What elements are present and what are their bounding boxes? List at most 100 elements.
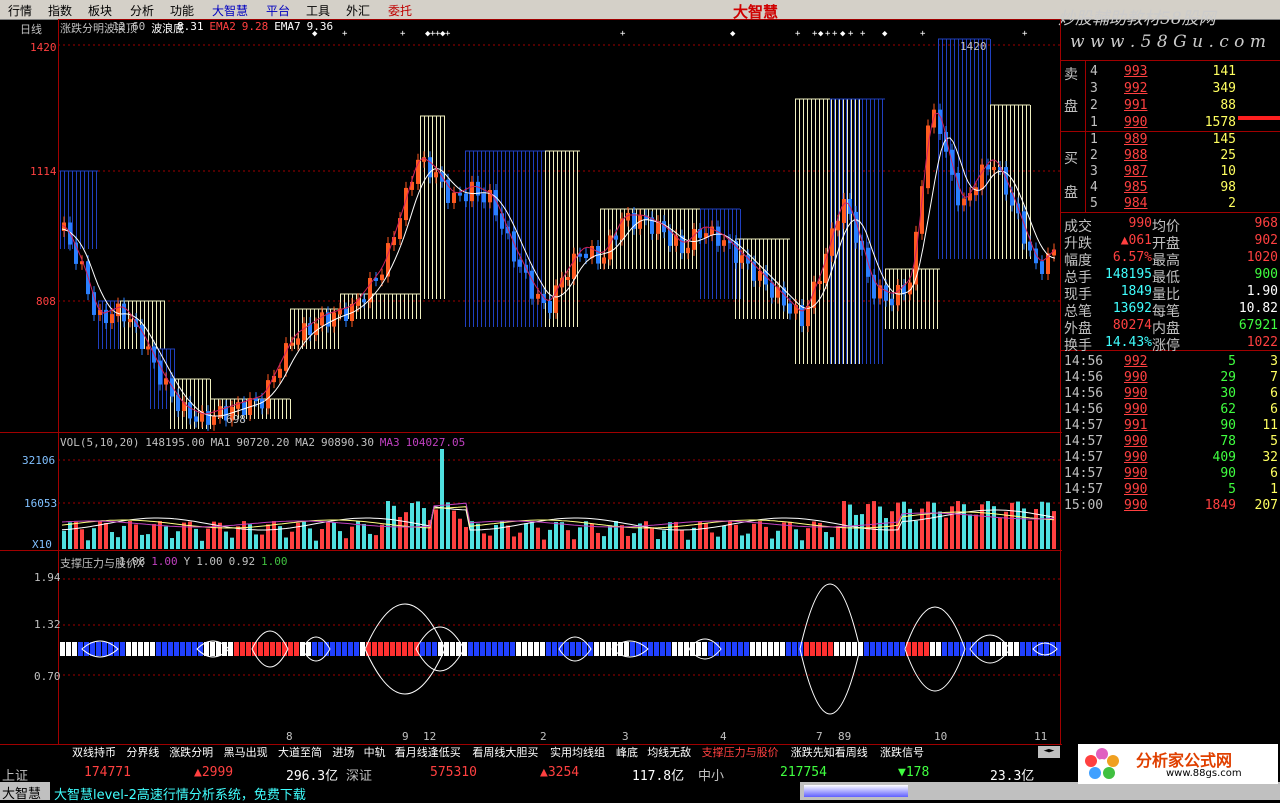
- tab-5[interactable]: 进场: [332, 744, 354, 760]
- volume-bar: [680, 529, 684, 549]
- ema7-line: [61, 137, 1056, 417]
- order-volume: 141: [1212, 64, 1236, 79]
- band-cell: [534, 642, 539, 656]
- band-cell: [852, 642, 857, 656]
- volume-bar: [734, 524, 738, 549]
- ind-tick-194: 1.94: [34, 571, 61, 584]
- menu-item-2[interactable]: 板块: [88, 2, 112, 19]
- stat-value: 148195: [1105, 267, 1152, 282]
- tab-10[interactable]: 峰底: [616, 744, 638, 760]
- volume-bar: [86, 540, 90, 549]
- volume-bar: [872, 501, 876, 549]
- band-cell: [642, 642, 647, 656]
- signal-marker: ◆: [840, 29, 846, 39]
- volume-bar: [650, 527, 654, 549]
- menu-item-0[interactable]: 行情: [8, 2, 32, 19]
- band-cell: [630, 642, 635, 656]
- tab-6[interactable]: 中轨: [364, 744, 386, 760]
- band-cell: [996, 642, 1001, 656]
- vol-header-item-0: VOL(5,10,20): [60, 436, 140, 449]
- volume-bar: [554, 522, 558, 549]
- volume-bar: [512, 536, 516, 549]
- tab-1[interactable]: 分界线: [126, 744, 159, 760]
- volume-bar: [566, 530, 570, 549]
- main-header-item-7: 9.36: [306, 20, 334, 33]
- tab-14[interactable]: 涨跌信号: [880, 744, 924, 760]
- menu-item-1[interactable]: 指数: [48, 2, 72, 19]
- volume-bar: [350, 526, 354, 549]
- candle: [530, 264, 534, 305]
- tab-scroll-button[interactable]: ◄►: [1038, 746, 1060, 758]
- volume-bar: [710, 532, 714, 549]
- order-price: 993: [1124, 64, 1148, 79]
- volume-bar: [824, 532, 828, 549]
- menu-item-3[interactable]: 分析: [130, 2, 154, 19]
- menu-item-9[interactable]: 委托: [388, 2, 412, 19]
- stat-value: 1022: [1246, 335, 1278, 350]
- volume-bar: [320, 529, 324, 549]
- stat-value: 990: [1128, 216, 1152, 231]
- ad-banner[interactable]: 分析家公式网 www.88gs.com: [1078, 744, 1278, 784]
- band-cell: [420, 642, 425, 656]
- tab-12[interactable]: 支撑压力与股价: [702, 744, 779, 760]
- vol-tick-16053: 16053: [24, 497, 58, 510]
- band-cell: [162, 642, 167, 656]
- band-cell: [474, 642, 479, 656]
- order-price: 989: [1124, 132, 1148, 147]
- band-cell: [816, 642, 821, 656]
- volume-bar: [764, 526, 768, 549]
- tab-7[interactable]: 看月线逢低买: [395, 744, 461, 760]
- volume-bar: [266, 524, 270, 549]
- volume-bar: [62, 530, 66, 549]
- band-cell: [900, 642, 905, 656]
- volume-bar: [944, 517, 948, 549]
- tick-time: 14:56: [1064, 354, 1104, 369]
- menu-item-6[interactable]: 平台: [266, 2, 290, 19]
- band-cell: [810, 642, 815, 656]
- band-cell: [384, 642, 389, 656]
- marquee-text[interactable]: 大智慧level-2高速行情分析系统，免费下载: [54, 784, 306, 803]
- volume-bar: [590, 523, 594, 549]
- volume-bar: [224, 531, 228, 549]
- main-header-item-6: EMA7: [274, 20, 301, 33]
- band-cell: [354, 642, 359, 656]
- tick-count: 6: [1270, 386, 1278, 401]
- volume-bar: [416, 501, 420, 549]
- low-marker: 698: [226, 413, 246, 426]
- menu-item-4[interactable]: 功能: [170, 2, 194, 19]
- menu-item-7[interactable]: 工具: [306, 2, 330, 19]
- tick-count: 6: [1270, 402, 1278, 417]
- volume-bar: [392, 505, 396, 549]
- watermark-title: 炒股輔助教材58股网: [1058, 9, 1216, 29]
- tab-13[interactable]: 涨跌先知看周线: [791, 744, 868, 760]
- tab-8[interactable]: 看周线大胆买: [472, 744, 538, 760]
- ind-header-item-4: 1.00: [196, 555, 223, 568]
- chart-area[interactable]: ◆ + + ◆ + + ◆ + + ◆ + + ◆ + + ◆ + + ◆ + +: [0, 19, 1062, 745]
- tab-9[interactable]: 实用均线组: [550, 744, 605, 760]
- volume-bar: [314, 540, 318, 549]
- volume-bar: [338, 531, 342, 549]
- menu-item-8[interactable]: 外汇: [346, 2, 370, 19]
- band-cell: [948, 642, 953, 656]
- volume-bar: [206, 528, 210, 549]
- menu-item-5[interactable]: 大智慧: [212, 2, 248, 19]
- tab-4[interactable]: 大道至简: [278, 744, 322, 760]
- tab-0[interactable]: 双线持币: [72, 744, 116, 760]
- candle: [74, 236, 78, 270]
- candle: [476, 175, 480, 202]
- volume-bar: [452, 510, 456, 549]
- tab-2[interactable]: 涨跌分明: [169, 744, 213, 760]
- tab-3[interactable]: 黑马出现: [224, 744, 268, 760]
- band-cell: [306, 642, 311, 656]
- signal-marker: +: [445, 29, 451, 39]
- volume-bar: [74, 521, 78, 549]
- volume-bar: [146, 534, 150, 549]
- band-cell: [960, 642, 965, 656]
- band-cell: [396, 642, 401, 656]
- ind-header-item-2: 1.00: [151, 555, 178, 568]
- order-volume: 25: [1220, 148, 1236, 163]
- band-cell: [216, 642, 221, 656]
- tab-11[interactable]: 均线无敌: [647, 744, 691, 760]
- band-cell: [546, 642, 551, 656]
- volume-bar: [116, 537, 120, 549]
